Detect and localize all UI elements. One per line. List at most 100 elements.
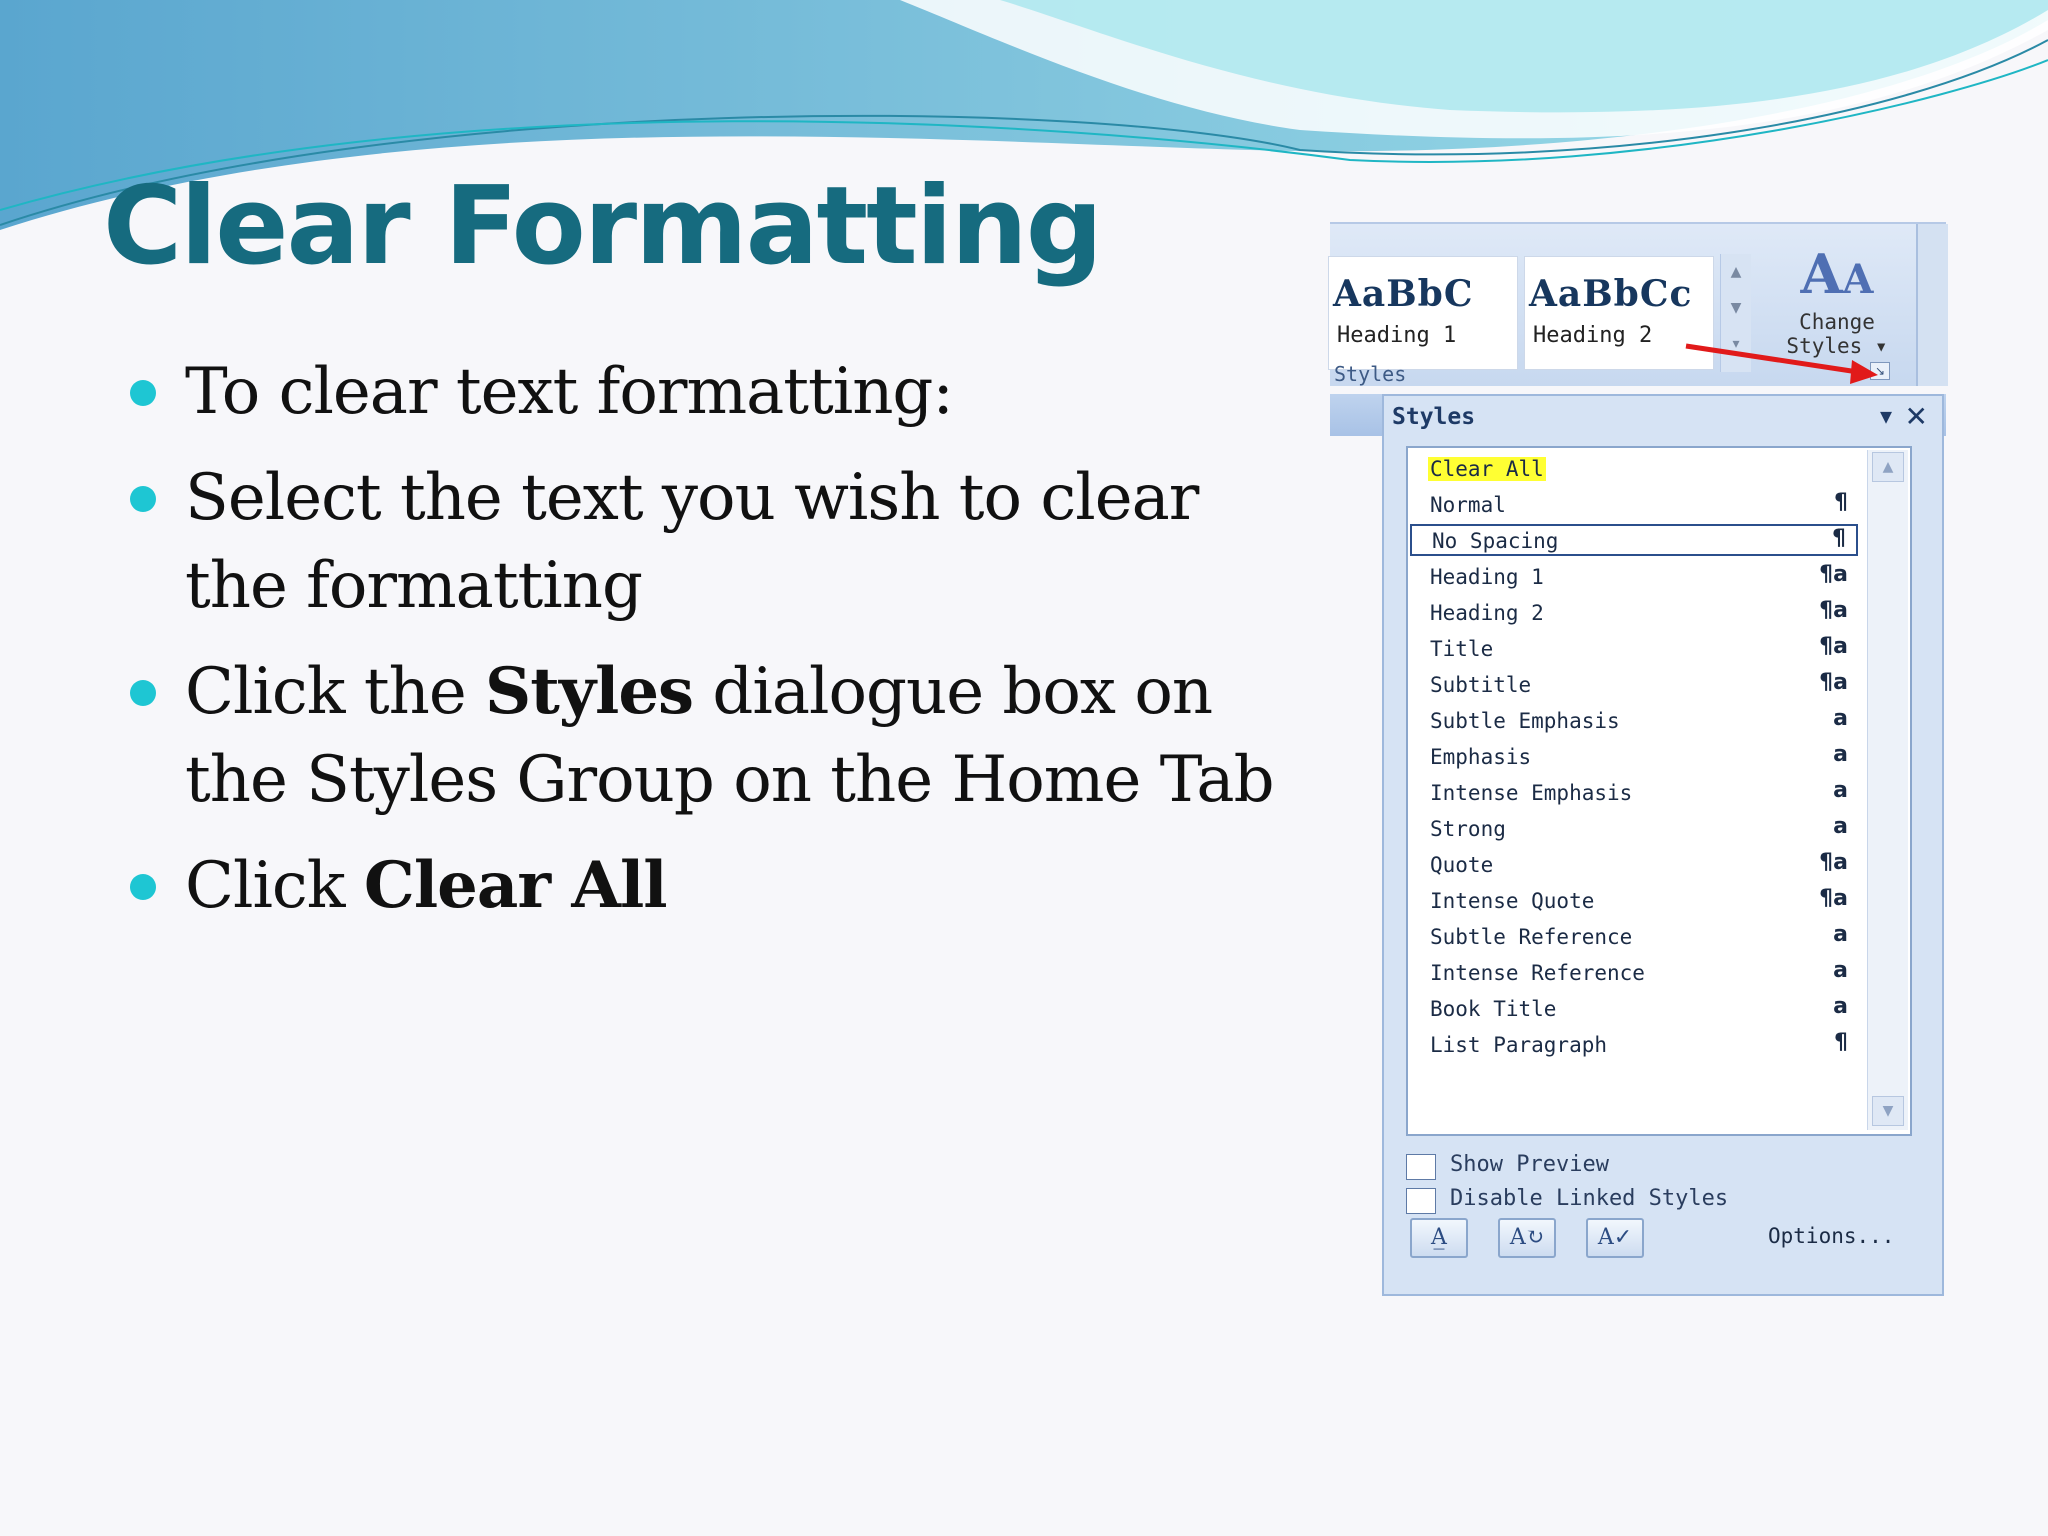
linked-style-icon: ¶a	[1819, 634, 1848, 659]
gallery-down-icon[interactable]: ▼	[1721, 290, 1751, 326]
style-item-title[interactable]: Title ¶a	[1410, 634, 1858, 666]
style-item-label: List Paragraph	[1430, 1033, 1608, 1057]
style-sample: AaBbC	[1333, 273, 1474, 315]
scroll-down-icon[interactable]: ▼	[1872, 1096, 1904, 1126]
bullet-text: Select the text you wish to clear the fo…	[185, 461, 1199, 623]
style-item-subtitle[interactable]: Subtitle ¶a	[1410, 670, 1858, 702]
style-sample: AaBbCc	[1529, 273, 1693, 315]
style-item-heading-2[interactable]: Heading 2 ¶a	[1410, 598, 1858, 630]
character-style-icon: a	[1833, 706, 1848, 731]
manage-styles-icon[interactable]: A✓	[1586, 1218, 1644, 1258]
gallery-more-icon[interactable]: ▾	[1721, 326, 1751, 362]
gallery-scrollbar[interactable]: ▲ ▼ ▾	[1720, 254, 1751, 372]
style-inspector-icon[interactable]: A↻	[1498, 1218, 1556, 1258]
styles-pane-header: Styles ▼ ✕	[1392, 400, 1932, 434]
styles-pane-title: Styles	[1392, 404, 1476, 430]
bullet-dot-icon	[130, 486, 156, 512]
style-item-label: Intense Emphasis	[1430, 781, 1633, 805]
style-item-normal[interactable]: Normal ¶	[1410, 490, 1858, 522]
ribbon-edge	[1916, 224, 1948, 386]
styles-group-label: Styles	[1334, 362, 1407, 386]
style-gallery-heading1[interactable]: AaBbC Heading 1	[1328, 256, 1518, 370]
bullet-dot-icon	[130, 380, 156, 406]
word-styles-screenshot: AaBbC Heading 1 AaBbCc Heading 2 ▲ ▼ ▾ A…	[1328, 222, 1948, 1297]
style-item-book-title[interactable]: Book Title a	[1410, 994, 1858, 1026]
dropdown-arrow-icon[interactable]: ▼	[1880, 404, 1892, 428]
style-item-heading-1[interactable]: Heading 1 ¶a	[1410, 562, 1858, 594]
style-item-subtle-reference[interactable]: Subtle Reference a	[1410, 922, 1858, 954]
style-name: Heading 1	[1337, 323, 1457, 348]
new-style-icon[interactable]: A̲	[1410, 1218, 1468, 1258]
change-styles-label: Styles ▾	[1786, 334, 1888, 358]
paragraph-style-icon: ¶	[1832, 526, 1846, 551]
ribbon-styles-group: AaBbC Heading 1 AaBbCc Heading 2 ▲ ▼ ▾ A…	[1328, 222, 1948, 386]
show-preview-checkbox[interactable]: Show Preview	[1406, 1152, 1926, 1182]
style-gallery-heading2[interactable]: AaBbCc Heading 2	[1524, 256, 1714, 370]
styles-list-scrollbar[interactable]: ▲ ▼	[1867, 450, 1908, 1130]
style-item-label: Emphasis	[1430, 745, 1532, 769]
close-icon[interactable]: ✕	[1905, 400, 1928, 433]
style-item-label: Subtle Emphasis	[1430, 709, 1620, 733]
style-item-emphasis[interactable]: Emphasis a	[1410, 742, 1858, 774]
checkbox-box[interactable]	[1406, 1188, 1436, 1214]
checkbox-box[interactable]	[1406, 1154, 1436, 1180]
style-item-label: Subtitle	[1430, 673, 1532, 697]
linked-style-icon: ¶a	[1819, 886, 1848, 911]
style-item-intense-quote[interactable]: Intense Quote ¶a	[1410, 886, 1858, 918]
checkbox-label: Show Preview	[1450, 1152, 1609, 1177]
style-item-label: No Spacing	[1432, 529, 1559, 553]
bullet-text: Click	[185, 849, 364, 923]
style-item-label: Book Title	[1430, 997, 1557, 1021]
linked-style-icon: ¶a	[1819, 850, 1848, 875]
checkbox-label: Disable Linked Styles	[1450, 1186, 1729, 1211]
style-item-label: Normal	[1430, 493, 1506, 517]
bullet-dot-icon	[130, 874, 156, 900]
character-style-icon: a	[1833, 742, 1848, 767]
style-item-intense-reference[interactable]: Intense Reference a	[1410, 958, 1858, 990]
style-item-label: Subtle Reference	[1430, 925, 1633, 949]
character-style-icon: a	[1833, 958, 1848, 983]
style-item-clear-all[interactable]: Clear All	[1410, 454, 1858, 486]
style-item-label: Quote	[1430, 853, 1494, 877]
style-item-list-paragraph[interactable]: List Paragraph ¶	[1410, 1030, 1858, 1062]
bullet-item: Click the Styles dialogue box on the Sty…	[125, 648, 1315, 824]
linked-style-icon: ¶a	[1819, 562, 1848, 587]
paragraph-style-icon: ¶	[1834, 1030, 1848, 1055]
bullet-item: Select the text you wish to clear the fo…	[125, 454, 1315, 630]
style-item-label: Heading 2	[1430, 601, 1544, 625]
style-item-label: Title	[1430, 637, 1494, 661]
disable-linked-styles-checkbox[interactable]: Disable Linked Styles	[1406, 1186, 1926, 1216]
character-style-icon: a	[1833, 814, 1848, 839]
bullet-item: Click Clear All	[125, 842, 1315, 930]
slide-title: Clear Formatting	[103, 164, 1103, 289]
bullet-text: Click the	[185, 655, 486, 729]
style-item-label: Intense Reference	[1430, 961, 1645, 985]
style-item-strong[interactable]: Strong a	[1410, 814, 1858, 846]
gallery-up-icon[interactable]: ▲	[1721, 254, 1751, 290]
linked-style-icon: ¶a	[1819, 670, 1848, 695]
styles-list: Clear All Normal ¶ No Spacing ¶ Heading 1 ¶…	[1406, 446, 1912, 1136]
style-item-intense-emphasis[interactable]: Intense Emphasis a	[1410, 778, 1858, 810]
style-item-quote[interactable]: Quote ¶a	[1410, 850, 1858, 882]
character-style-icon: a	[1833, 994, 1848, 1019]
bullet-item: To clear text formatting:	[125, 348, 1315, 436]
bullet-text: To clear text formatting:	[185, 355, 954, 429]
bullet-bold-text: Styles	[485, 654, 694, 729]
dialog-launcher-icon[interactable]: ↘	[1870, 362, 1890, 380]
styles-pane: Styles ▼ ✕ Clear All Normal ¶ No Spacing ¶…	[1382, 394, 1944, 1296]
style-item-label: Heading 1	[1430, 565, 1544, 589]
change-styles-icon: AA	[1800, 242, 1874, 306]
scroll-up-icon[interactable]: ▲	[1872, 452, 1904, 482]
style-item-no-spacing[interactable]: No Spacing ¶	[1410, 524, 1858, 556]
style-item-subtle-emphasis[interactable]: Subtle Emphasis a	[1410, 706, 1858, 738]
change-styles-label: Change	[1799, 310, 1875, 334]
style-item-label: Strong	[1430, 817, 1506, 841]
linked-style-icon: ¶a	[1819, 598, 1848, 623]
bullet-list: To clear text formatting: Select the tex…	[125, 348, 1315, 948]
slide: Clear Formatting To clear text formattin…	[0, 0, 2048, 1536]
bullet-bold-text: Clear All	[363, 848, 668, 923]
options-link[interactable]: Options...	[1768, 1224, 1894, 1248]
style-item-label: Intense Quote	[1430, 889, 1595, 913]
style-name: Heading 2	[1533, 323, 1653, 348]
character-style-icon: a	[1833, 922, 1848, 947]
